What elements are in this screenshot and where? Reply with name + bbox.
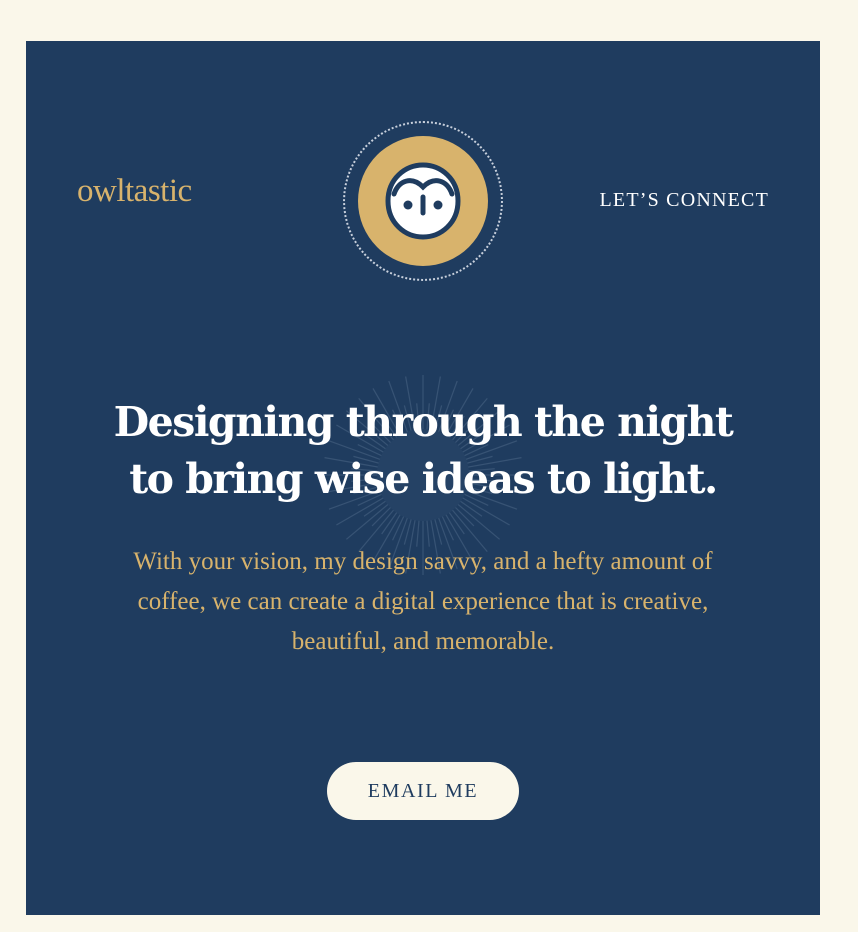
hero-subcopy: With your vision, my design savvy, and a… bbox=[133, 548, 713, 655]
hero-panel: owltastic LET’S CONNECT Designing throug… bbox=[26, 41, 820, 915]
lets-connect-link[interactable]: LET’S CONNECT bbox=[600, 190, 769, 210]
brand-logo-text[interactable]: owltastic bbox=[77, 175, 192, 208]
email-me-button[interactable]: EMAIL ME bbox=[327, 762, 519, 820]
owl-face-icon bbox=[385, 162, 461, 240]
hero-headline: Designing through the night to bring wis… bbox=[113, 398, 734, 503]
logo-badge[interactable] bbox=[358, 136, 488, 266]
hero-content: Designing through the night to bring wis… bbox=[26, 394, 820, 662]
